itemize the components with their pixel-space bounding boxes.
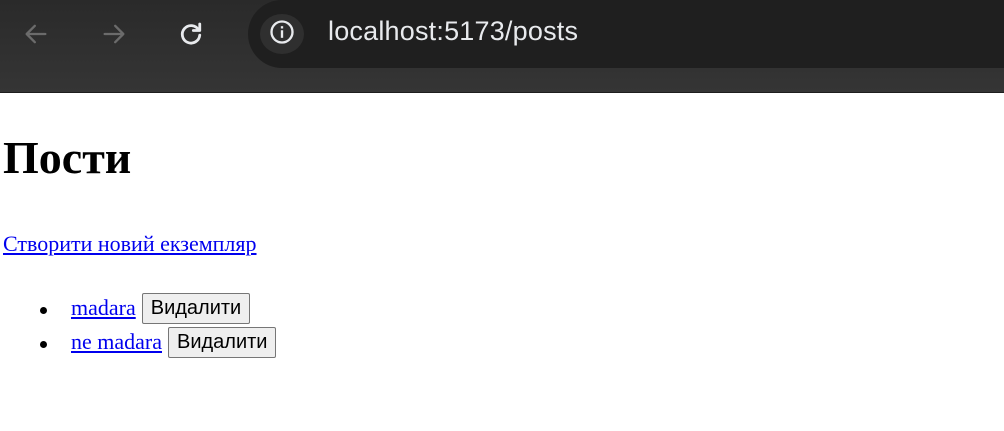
list-item: ne madara Видалити	[34, 325, 277, 359]
delete-button[interactable]: Видалити	[141, 292, 251, 324]
browser-toolbar: localhost:5173/posts	[0, 0, 1004, 93]
address-bar[interactable]: localhost:5173/posts	[248, 0, 1004, 68]
post-link[interactable]: madara	[71, 295, 136, 321]
posts-list: madara Видалити ne madara Видалити	[34, 291, 277, 359]
create-new-link[interactable]: Створити новий екземпляр	[3, 231, 257, 257]
url-text[interactable]: localhost:5173/posts	[328, 16, 578, 47]
arrow-right-icon	[100, 20, 128, 48]
bullet	[40, 307, 47, 314]
arrow-left-icon	[22, 20, 50, 48]
forward-button[interactable]	[94, 14, 134, 54]
reload-button[interactable]	[171, 14, 211, 54]
bullet	[40, 341, 47, 348]
post-link[interactable]: ne madara	[71, 329, 162, 355]
delete-button[interactable]: Видалити	[168, 326, 277, 358]
site-info-button[interactable]	[260, 14, 304, 54]
page-content: Пости Створити новий екземпляр madara Ви…	[0, 93, 1004, 431]
reload-icon	[177, 20, 205, 48]
list-item: madara Видалити	[34, 291, 276, 325]
back-button[interactable]	[16, 14, 56, 54]
page-title: Пости	[3, 132, 132, 183]
info-circle-icon	[268, 18, 296, 51]
